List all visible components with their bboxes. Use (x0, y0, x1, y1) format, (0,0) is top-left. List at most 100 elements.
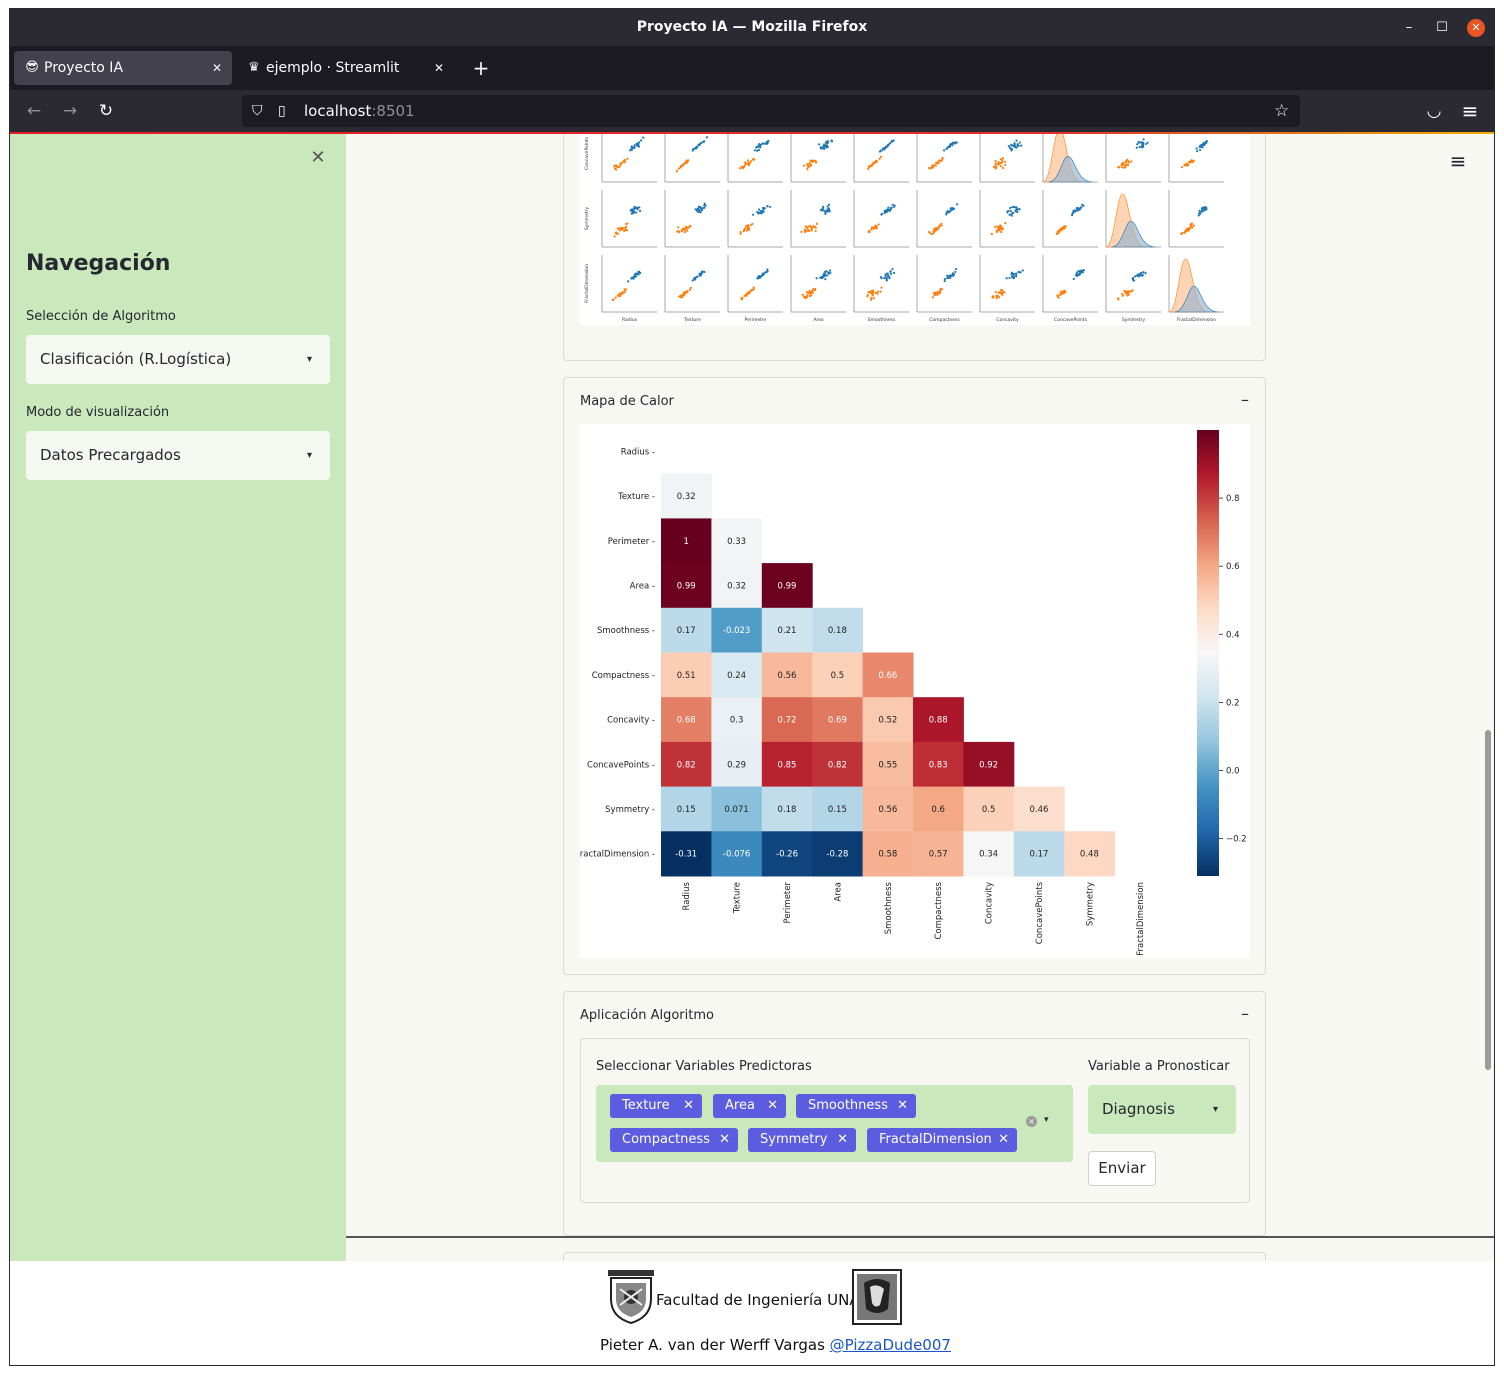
maximize-icon[interactable]: ☐ (1429, 9, 1455, 46)
pairplot-point-blue (823, 274, 826, 277)
clear-all-icon[interactable]: × (1026, 1116, 1037, 1127)
pairplot-point-orange (934, 291, 937, 294)
shield-icon[interactable]: ⛉ (252, 95, 263, 127)
target-select[interactable]: Diagnosis ▾ (1088, 1085, 1236, 1134)
pairplot-point-orange (748, 291, 751, 295)
pairplot-point-orange (806, 165, 809, 168)
pairplot-point-blue (821, 275, 824, 278)
heatmap-cell-label: 0.55 (878, 760, 897, 770)
pairplot-point-orange (685, 161, 688, 164)
pairplot-point-orange (1000, 230, 1003, 234)
pairplot-point-blue (883, 277, 886, 280)
pairplot-point-blue (761, 273, 764, 276)
pairplot-point-blue (630, 276, 634, 279)
pairplot-point-orange (752, 158, 756, 161)
page-scrollbar[interactable] (1485, 730, 1491, 1070)
pairplot-point-blue (757, 275, 761, 278)
remove-chip-icon[interactable]: ✕ (998, 1128, 1009, 1152)
pairplot-x-label: Perimeter (745, 317, 767, 323)
pairplot-point-blue (703, 202, 706, 205)
pairplot-point-orange (1128, 290, 1131, 293)
pairplot-point-orange (800, 230, 803, 233)
pairplot-point-blue (1142, 271, 1145, 274)
navigation-bar: ← → ↻ ⛉ ▯ localhost:8501 ☆ ◡ ≡ (10, 90, 1494, 132)
chip-label: Compactness (622, 1132, 710, 1147)
tab-proyecto-ia[interactable]: 😎 Proyecto IA ✕ (14, 51, 232, 85)
hamburger-menu-icon[interactable]: ≡ (1457, 90, 1483, 132)
pairplot-point-orange (743, 227, 747, 230)
heatmap-cell-label: 0.68 (677, 716, 696, 726)
pairplot-point-blue (1141, 143, 1144, 146)
pairplot-point-blue (633, 207, 636, 210)
close-window-icon[interactable]: ✕ (1467, 19, 1485, 37)
pairplot-point-orange (747, 225, 750, 229)
pairplot-point-orange (613, 235, 616, 238)
streamlit-app: ✕ Navegación Selección de Algoritmo Clas… (10, 134, 1494, 1365)
pairplot-point-blue (630, 208, 633, 211)
chevron-down-icon[interactable]: ▾ (1044, 1115, 1049, 1125)
forward-arrow-icon[interactable]: → (57, 90, 83, 132)
predictors-multiselect[interactable]: Texture ✕ Area ✕ Smoothness ✕ Compactness ✕ … (596, 1085, 1073, 1162)
remove-chip-icon[interactable]: ✕ (767, 1094, 778, 1118)
pairplot-point-orange (936, 291, 940, 294)
close-tab-icon[interactable]: ✕ (434, 51, 444, 85)
heatmap-y-tick-label: ConcavePoints - (587, 760, 655, 770)
pairplot-point-orange (1189, 160, 1192, 164)
remove-chip-icon[interactable]: ✕ (719, 1128, 730, 1152)
pairplot-point-blue (1008, 213, 1011, 216)
pairplot-point-blue (1008, 146, 1012, 150)
pairplot-point-orange (745, 229, 749, 232)
url-text[interactable]: localhost:8501 (304, 95, 415, 127)
submit-button[interactable]: Enviar (1088, 1151, 1156, 1186)
back-arrow-icon[interactable]: ← (21, 90, 47, 132)
algorithm-value: Clasificación (R.Logística) (40, 350, 232, 368)
pairplot-point-orange (938, 290, 942, 293)
bookmark-star-icon[interactable]: ☆ (1274, 95, 1289, 127)
tab-ejemplo-streamlit[interactable]: ♛ ejemplo · Streamlit ✕ (236, 51, 454, 85)
pairplot-point-orange (939, 159, 943, 162)
pairplot-point-blue (1009, 209, 1012, 212)
pairplot-panel (1168, 255, 1224, 313)
colorbar-tick-label: 0.0 (1226, 766, 1240, 776)
pairplot-point-blue (880, 277, 883, 280)
footer-handle-link[interactable]: @PizzaDude007 (830, 1336, 951, 1354)
algorithm-select[interactable]: Clasificación (R.Logística) ▾ (26, 335, 330, 384)
pairplot-point-orange (1124, 291, 1127, 294)
pocket-icon[interactable]: ◡ (1421, 90, 1447, 132)
remove-chip-icon[interactable]: ✕ (837, 1128, 848, 1152)
url-bar[interactable]: ⛉ ▯ localhost:8501 ☆ (242, 95, 1300, 127)
pairplot-point-orange (1001, 166, 1005, 170)
pairplot-point-blue (1015, 275, 1018, 278)
heatmap-section-title[interactable]: Mapa de Calor (580, 394, 674, 409)
algorithm-section-title[interactable]: Aplicación Algoritmo (580, 1008, 714, 1023)
pairplot-point-blue (1016, 210, 1019, 213)
heatmap-cell-label: 0.56 (778, 671, 797, 681)
close-sidebar-icon[interactable]: ✕ (308, 148, 328, 168)
collapse-icon[interactable]: – (1241, 390, 1249, 409)
pairplot-point-orange (618, 165, 621, 168)
collapse-icon[interactable]: – (1241, 1004, 1249, 1023)
unam-seal-icon (852, 1269, 902, 1325)
view-mode-select[interactable]: Datos Precargados ▾ (26, 431, 330, 480)
pairplot-point-orange (626, 157, 629, 160)
heatmap-cell-label: 0.66 (878, 671, 897, 681)
minimize-icon[interactable]: – (1396, 9, 1422, 46)
remove-chip-icon[interactable]: ✕ (683, 1094, 694, 1118)
new-tab-button[interactable]: + (470, 51, 492, 85)
reload-icon[interactable]: ↻ (93, 90, 119, 132)
pairplot-point-orange (623, 290, 626, 294)
pairplot-point-orange (803, 228, 806, 231)
pairplot-point-orange (935, 226, 938, 229)
pairplot-point-orange (680, 230, 684, 233)
remove-chip-icon[interactable]: ✕ (897, 1094, 908, 1118)
heatmap-x-tick-label: Radius (682, 881, 692, 910)
pairplot-point-blue (824, 144, 827, 147)
pairplot-point-orange (1059, 293, 1062, 296)
close-tab-icon[interactable]: ✕ (212, 51, 222, 85)
pairplot-point-blue (635, 144, 638, 147)
sidebar: ✕ Navegación Selección de Algoritmo Clas… (10, 134, 346, 1261)
heatmap-x-tick-label: FractalDimension (1136, 882, 1146, 956)
heatmap-y-tick-label: Radius - (621, 447, 655, 457)
app-menu-icon[interactable]: ≡ (1447, 150, 1469, 172)
pairplot-point-blue (885, 276, 888, 279)
